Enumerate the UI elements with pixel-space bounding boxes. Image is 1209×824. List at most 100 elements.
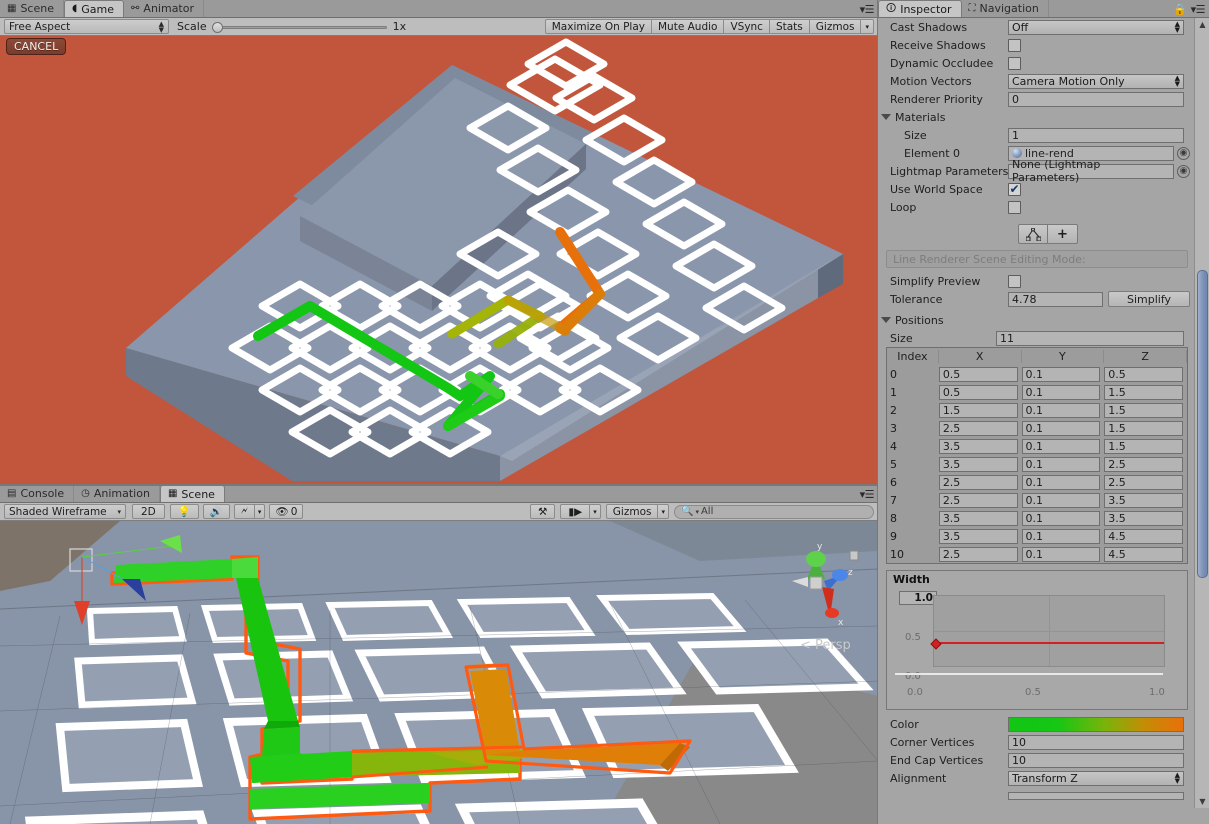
- gizmos-dropdown-arrow[interactable]: ▾: [861, 19, 874, 34]
- position-x-input[interactable]: 3.5: [938, 528, 1018, 544]
- position-z-input[interactable]: 1.5: [1104, 438, 1184, 454]
- stats-button[interactable]: Stats: [769, 19, 810, 34]
- gizmos-button[interactable]: Gizmos: [809, 19, 862, 34]
- position-x-input[interactable]: 2.5: [938, 546, 1018, 562]
- position-y-input[interactable]: 0.1: [1021, 510, 1101, 526]
- scale-slider[interactable]: [211, 20, 387, 34]
- tab-scene[interactable]: ▦ Scene: [159, 485, 225, 502]
- position-z-input[interactable]: 4.5: [1104, 546, 1184, 562]
- cast-shadows-dropdown[interactable]: Off ▲ ▼: [1008, 19, 1184, 35]
- width-curve-plot[interactable]: [930, 595, 1165, 667]
- lightmap-object-picker-icon[interactable]: [1177, 164, 1190, 178]
- audio-toggle-button[interactable]: 🔊: [202, 504, 230, 519]
- mute-audio-button[interactable]: Mute Audio: [651, 19, 725, 34]
- position-z-input[interactable]: 2.5: [1104, 474, 1184, 490]
- loop-checkbox[interactable]: [1008, 200, 1021, 214]
- position-y-input[interactable]: 0.1: [1021, 420, 1101, 436]
- add-point-button[interactable]: +: [1048, 224, 1078, 244]
- edit-points-button[interactable]: [1018, 224, 1048, 244]
- position-z-input[interactable]: 1.5: [1104, 420, 1184, 436]
- materials-size-input[interactable]: 1: [1008, 127, 1184, 143]
- position-y-input[interactable]: 0.1: [1021, 474, 1101, 490]
- scene-render-canvas[interactable]: y z x < Persp: [0, 521, 878, 824]
- tolerance-input[interactable]: 4.78: [1008, 291, 1103, 307]
- end-cap-vertices-input[interactable]: 10: [1008, 752, 1184, 768]
- position-y-input[interactable]: 0.1: [1021, 366, 1101, 382]
- tab-console[interactable]: ▤ Console: [0, 485, 75, 502]
- 2d-toggle-button[interactable]: 2D: [132, 504, 165, 519]
- materials-foldout[interactable]: Materials: [878, 108, 1194, 126]
- hidden-objects-button[interactable]: 👁 0: [269, 504, 304, 519]
- scale-slider-handle[interactable]: [211, 21, 223, 33]
- position-x-input[interactable]: 3.5: [938, 510, 1018, 526]
- position-z-input[interactable]: 1.5: [1104, 384, 1184, 400]
- table-row[interactable]: 7 2.5 0.1 3.5: [887, 491, 1187, 509]
- table-row[interactable]: 1 0.5 0.1 1.5: [887, 383, 1187, 401]
- inspector-scrollbar[interactable]: ▲ ▼: [1194, 18, 1209, 808]
- renderer-priority-input[interactable]: 0: [1008, 91, 1184, 107]
- position-z-input[interactable]: 0.5: [1104, 366, 1184, 382]
- table-row[interactable]: 6 2.5 0.1 2.5: [887, 473, 1187, 491]
- table-row[interactable]: 9 3.5 0.1 4.5: [887, 527, 1187, 545]
- position-x-input[interactable]: 0.5: [938, 384, 1018, 400]
- lock-icon[interactable]: 🔒: [1173, 3, 1187, 16]
- width-curve-keyframe[interactable]: [930, 638, 942, 650]
- position-y-input[interactable]: 0.1: [1021, 384, 1101, 400]
- shading-mode-dropdown[interactable]: Shaded Wireframe ▾: [4, 504, 126, 519]
- scroll-up-icon[interactable]: ▲: [1195, 18, 1209, 31]
- table-row[interactable]: 8 3.5 0.1 3.5: [887, 509, 1187, 527]
- position-x-input[interactable]: 2.5: [938, 420, 1018, 436]
- corner-vertices-input[interactable]: 10: [1008, 734, 1184, 750]
- position-y-input[interactable]: 0.1: [1021, 438, 1101, 454]
- table-row[interactable]: 4 3.5 0.1 1.5: [887, 437, 1187, 455]
- cancel-button[interactable]: CANCEL: [6, 38, 67, 55]
- position-z-input[interactable]: 2.5: [1104, 456, 1184, 472]
- element0-object-picker-icon[interactable]: [1177, 146, 1190, 160]
- scene-camera-button[interactable]: ▮▶: [560, 504, 591, 519]
- table-row[interactable]: 10 2.5 0.1 4.5: [887, 545, 1187, 563]
- hamburger-menu-icon[interactable]: ▾☰: [1191, 3, 1206, 16]
- effects-toggle-button[interactable]: 🗲: [233, 504, 255, 519]
- positions-size-input[interactable]: 11: [996, 330, 1184, 346]
- aspect-ratio-dropdown[interactable]: Free Aspect ▲ ▼: [4, 19, 169, 34]
- panel-divider-horizontal[interactable]: [0, 484, 878, 486]
- tab-inspector[interactable]: 🛈 Inspector: [878, 0, 962, 17]
- scene-window-menu-icon[interactable]: ▾☰: [860, 488, 875, 501]
- tab-animator[interactable]: ⚯ Animator: [124, 0, 204, 17]
- position-y-input[interactable]: 0.1: [1021, 546, 1101, 562]
- lighting-toggle-button[interactable]: 💡: [169, 504, 199, 519]
- position-z-input[interactable]: 1.5: [1104, 402, 1184, 418]
- simplify-preview-checkbox[interactable]: [1008, 274, 1021, 288]
- position-y-input[interactable]: 0.1: [1021, 528, 1101, 544]
- scene-gizmos-dropdown-arrow[interactable]: ▾: [658, 504, 669, 519]
- receive-shadows-checkbox[interactable]: [1008, 38, 1021, 52]
- position-x-input[interactable]: 2.5: [938, 474, 1018, 490]
- table-row[interactable]: 5 3.5 0.1 2.5: [887, 455, 1187, 473]
- tab-scene-top[interactable]: ▦ Scene: [0, 0, 64, 17]
- maximize-on-play-button[interactable]: Maximize On Play: [544, 19, 652, 34]
- lightmap-parameters-field[interactable]: None (Lightmap Parameters): [1008, 158, 1174, 184]
- color-gradient-field[interactable]: [1008, 716, 1184, 732]
- dynamic-occludee-checkbox[interactable]: [1008, 56, 1021, 70]
- position-z-input[interactable]: 3.5: [1104, 510, 1184, 526]
- table-row[interactable]: 3 2.5 0.1 1.5: [887, 419, 1187, 437]
- positions-foldout[interactable]: Positions: [878, 311, 1194, 329]
- position-x-input[interactable]: 0.5: [938, 366, 1018, 382]
- scene-gizmos-button[interactable]: Gizmos: [605, 504, 659, 519]
- position-x-input[interactable]: 3.5: [938, 438, 1018, 454]
- scene-search-input[interactable]: 🔍 ▾ All: [674, 504, 874, 519]
- motion-vectors-dropdown[interactable]: Camera Motion Only ▲ ▼: [1008, 73, 1184, 89]
- alignment-dropdown[interactable]: Transform Z ▲ ▼: [1008, 770, 1184, 786]
- scene-tools-button[interactable]: ⚒: [529, 504, 556, 519]
- tab-navigation[interactable]: ⛶ Navigation: [961, 0, 1049, 17]
- simplify-button[interactable]: Simplify: [1108, 291, 1190, 307]
- scene-camera-dropdown-arrow[interactable]: ▾: [590, 504, 601, 519]
- position-x-input[interactable]: 3.5: [938, 456, 1018, 472]
- position-z-input[interactable]: 3.5: [1104, 492, 1184, 508]
- effects-dropdown-arrow[interactable]: ▾: [254, 504, 266, 519]
- table-row[interactable]: 2 1.5 0.1 1.5: [887, 401, 1187, 419]
- position-y-input[interactable]: 0.1: [1021, 456, 1101, 472]
- position-y-input[interactable]: 0.1: [1021, 492, 1101, 508]
- vsync-button[interactable]: VSync: [724, 19, 770, 34]
- position-y-input[interactable]: 0.1: [1021, 402, 1101, 418]
